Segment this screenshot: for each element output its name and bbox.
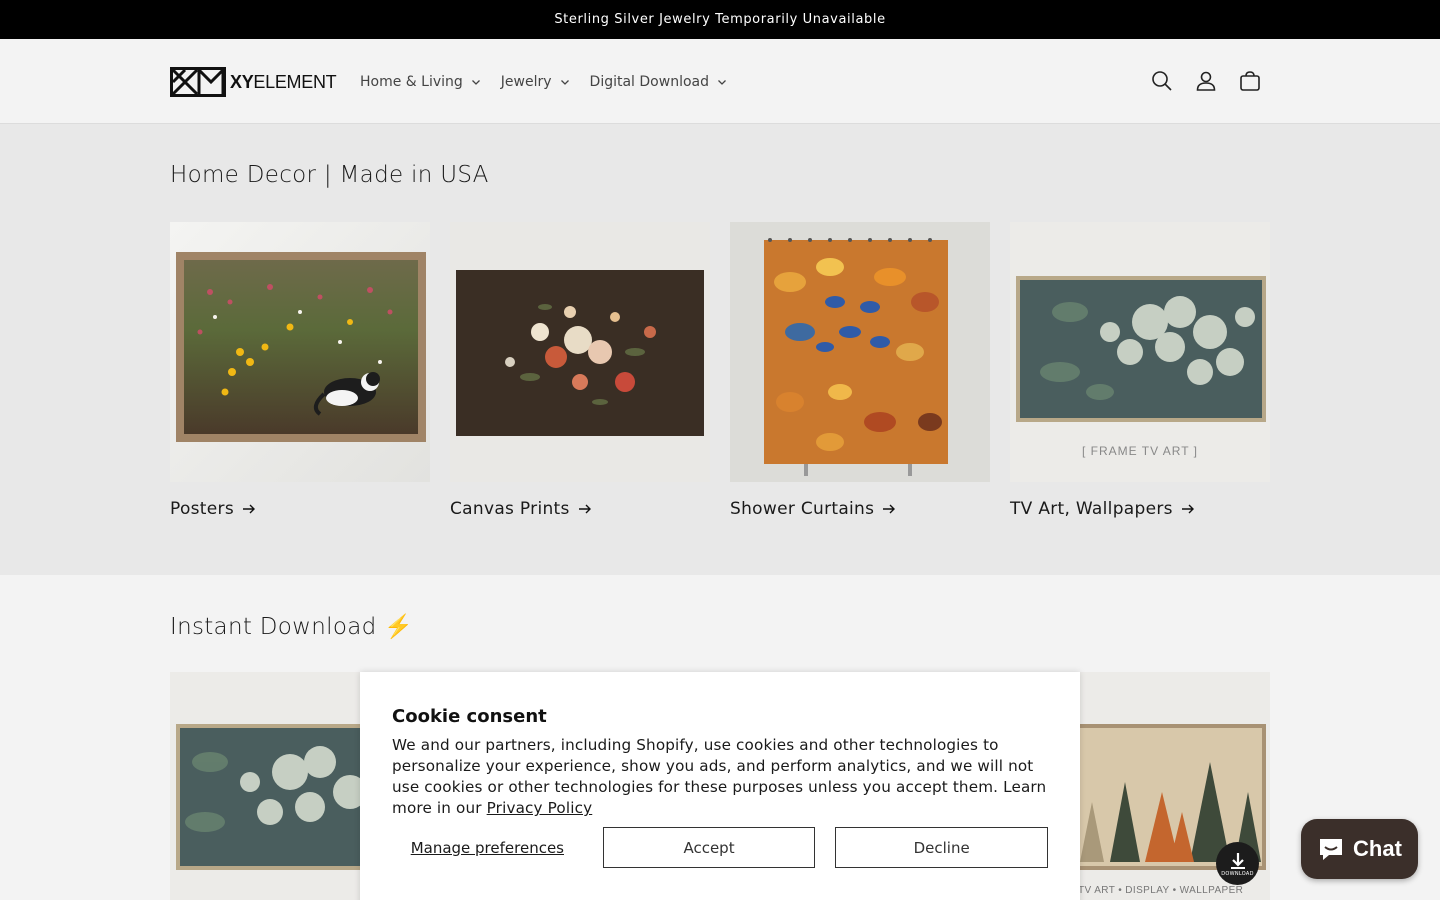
instant-download-title: Instant Download ⚡	[170, 614, 414, 640]
canvas-prints-image	[450, 222, 710, 482]
cookie-actions: Manage preferences Accept Decline	[392, 827, 1048, 868]
header-icons	[1148, 63, 1264, 99]
announcement-bar: Sterling Silver Jewelry Temporarily Unav…	[0, 0, 1440, 39]
logo-text: XYELEMENT	[230, 71, 337, 92]
privacy-policy-link[interactable]: Privacy Policy	[487, 799, 593, 817]
chevron-down-icon	[560, 79, 569, 85]
collection-cards: Posters Canvas Prints Shower Curtains […	[170, 222, 1270, 519]
posters-image	[170, 222, 430, 482]
chevron-down-icon	[471, 79, 480, 85]
arrow-right-icon	[1181, 504, 1194, 514]
arrow-right-icon	[242, 504, 255, 514]
card-label: Posters	[170, 499, 430, 519]
nav-home-living[interactable]: Home & Living	[350, 62, 491, 102]
manage-preferences-button[interactable]: Manage preferences	[392, 839, 583, 857]
tv-art-caption: [ FRAME TV ART ]	[1081, 444, 1199, 458]
tv-art-image: [ FRAME TV ART ]	[1010, 222, 1270, 482]
cookie-text: We and our partners, including Shopify, …	[392, 736, 1047, 817]
chat-bubble-icon	[1320, 839, 1343, 860]
download-badge[interactable]: DOWNLOAD	[1216, 842, 1259, 885]
main-nav: Home & Living Jewelry Digital Download	[350, 39, 737, 124]
instant-download-image-left[interactable]	[170, 672, 380, 900]
cart-icon	[1240, 71, 1260, 91]
site-logo[interactable]: XYELEMENT	[170, 67, 337, 97]
site-header: XYELEMENT Home & Living Jewelry Digital …	[0, 39, 1440, 124]
account-icon	[1196, 71, 1216, 91]
account-button[interactable]	[1192, 63, 1220, 99]
card-label: TV Art, Wallpapers	[1010, 499, 1270, 519]
shower-curtains-image	[730, 222, 990, 482]
decline-button[interactable]: Decline	[835, 827, 1048, 868]
cookie-title: Cookie consent	[392, 706, 547, 727]
cart-button[interactable]	[1236, 63, 1264, 99]
accept-button[interactable]: Accept	[602, 827, 816, 868]
cookie-consent-dialog: Cookie consent We and our partners, incl…	[360, 672, 1080, 900]
arrow-right-icon	[578, 504, 591, 514]
search-icon	[1152, 71, 1172, 91]
card-shower-curtains[interactable]: Shower Curtains	[730, 222, 990, 519]
chevron-down-icon	[718, 79, 726, 85]
home-decor-section: Home Decor | Made in USA Posters Canvas …	[0, 124, 1440, 575]
home-decor-title: Home Decor | Made in USA	[170, 162, 489, 188]
logo-mark-icon	[170, 67, 226, 97]
search-button[interactable]	[1148, 63, 1176, 99]
card-posters[interactable]: Posters	[170, 222, 430, 519]
card-label: Shower Curtains	[730, 499, 990, 519]
arrow-right-icon	[883, 504, 896, 514]
nav-digital-download[interactable]: Digital Download	[580, 62, 737, 102]
right-image-caption: TV ART • DISPLAY • WALLPAPER	[1078, 885, 1244, 896]
card-canvas-prints[interactable]: Canvas Prints	[450, 222, 710, 519]
chat-button[interactable]: Chat	[1301, 819, 1418, 879]
card-label: Canvas Prints	[450, 499, 710, 519]
download-icon	[1230, 852, 1245, 869]
announcement-text: Sterling Silver Jewelry Temporarily Unav…	[554, 12, 886, 27]
nav-jewelry[interactable]: Jewelry	[491, 62, 580, 102]
card-tv-art[interactable]: [ FRAME TV ART ] TV Art, Wallpapers	[1010, 222, 1270, 519]
